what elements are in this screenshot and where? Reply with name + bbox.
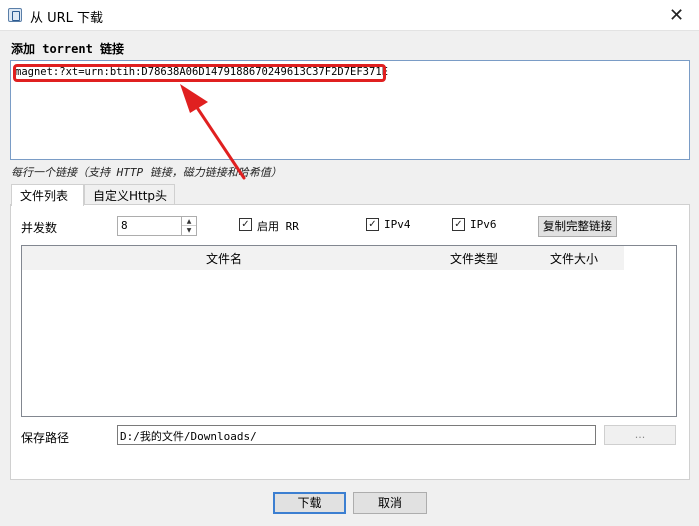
annotation-highlight-box: [13, 64, 386, 82]
file-list-header: 文件名 文件类型 文件大小: [22, 246, 624, 270]
title-bar: 从 URL 下载 ✕: [0, 0, 699, 31]
column-filetype[interactable]: 文件类型: [450, 250, 498, 267]
column-filesize[interactable]: 文件大小: [550, 250, 598, 267]
concurrency-value: 8: [121, 219, 128, 232]
save-path-input[interactable]: D:/我的文件/Downloads/: [117, 425, 596, 445]
save-path-label: 保存路径: [21, 431, 70, 445]
column-filename[interactable]: 文件名: [206, 250, 242, 267]
torrent-links-textarea[interactable]: magnet:?xt=urn:btih:D78638A06D1479188670…: [10, 60, 690, 160]
concurrency-label: 并发数: [21, 221, 58, 235]
copy-full-link-button[interactable]: 复制完整链接: [538, 216, 617, 237]
app-icon: [8, 8, 22, 22]
concurrency-spinbox[interactable]: 8 ▲ ▼: [117, 216, 197, 236]
cancel-button[interactable]: 取消: [353, 492, 427, 514]
download-button[interactable]: 下载: [273, 492, 346, 514]
ipv4-checkbox[interactable]: ✓: [366, 218, 379, 231]
spin-up-icon[interactable]: ▲: [182, 217, 196, 226]
file-list-panel: 并发数 8 ▲ ▼ ✓ 启用 RR ✓ IPv4 ✓ IPv6 复制完整链接 文…: [10, 204, 690, 480]
window-title: 从 URL 下载: [30, 11, 104, 26]
section-title: 添加 torrent 链接: [11, 42, 125, 56]
spin-down-icon[interactable]: ▼: [182, 226, 196, 235]
browse-button[interactable]: ...: [604, 425, 676, 445]
tab-custom-http-headers[interactable]: 自定义Http头: [84, 184, 175, 205]
ipv6-label: IPv6: [470, 218, 497, 231]
ipv6-checkbox[interactable]: ✓: [452, 218, 465, 231]
spin-buttons: ▲ ▼: [181, 217, 196, 235]
enable-rr-checkbox[interactable]: ✓: [239, 218, 252, 231]
ipv4-label: IPv4: [384, 218, 411, 231]
enable-rr-label: 启用 RR: [257, 220, 299, 233]
file-list-table[interactable]: 文件名 文件类型 文件大小: [21, 245, 677, 417]
save-path-value: D:/我的文件/Downloads/: [120, 430, 257, 443]
close-button[interactable]: ✕: [654, 0, 699, 31]
tab-file-list[interactable]: 文件列表: [11, 184, 84, 206]
input-hint: 每行一个链接（支持 HTTP 链接，磁力链接和哈希值）: [11, 166, 282, 179]
